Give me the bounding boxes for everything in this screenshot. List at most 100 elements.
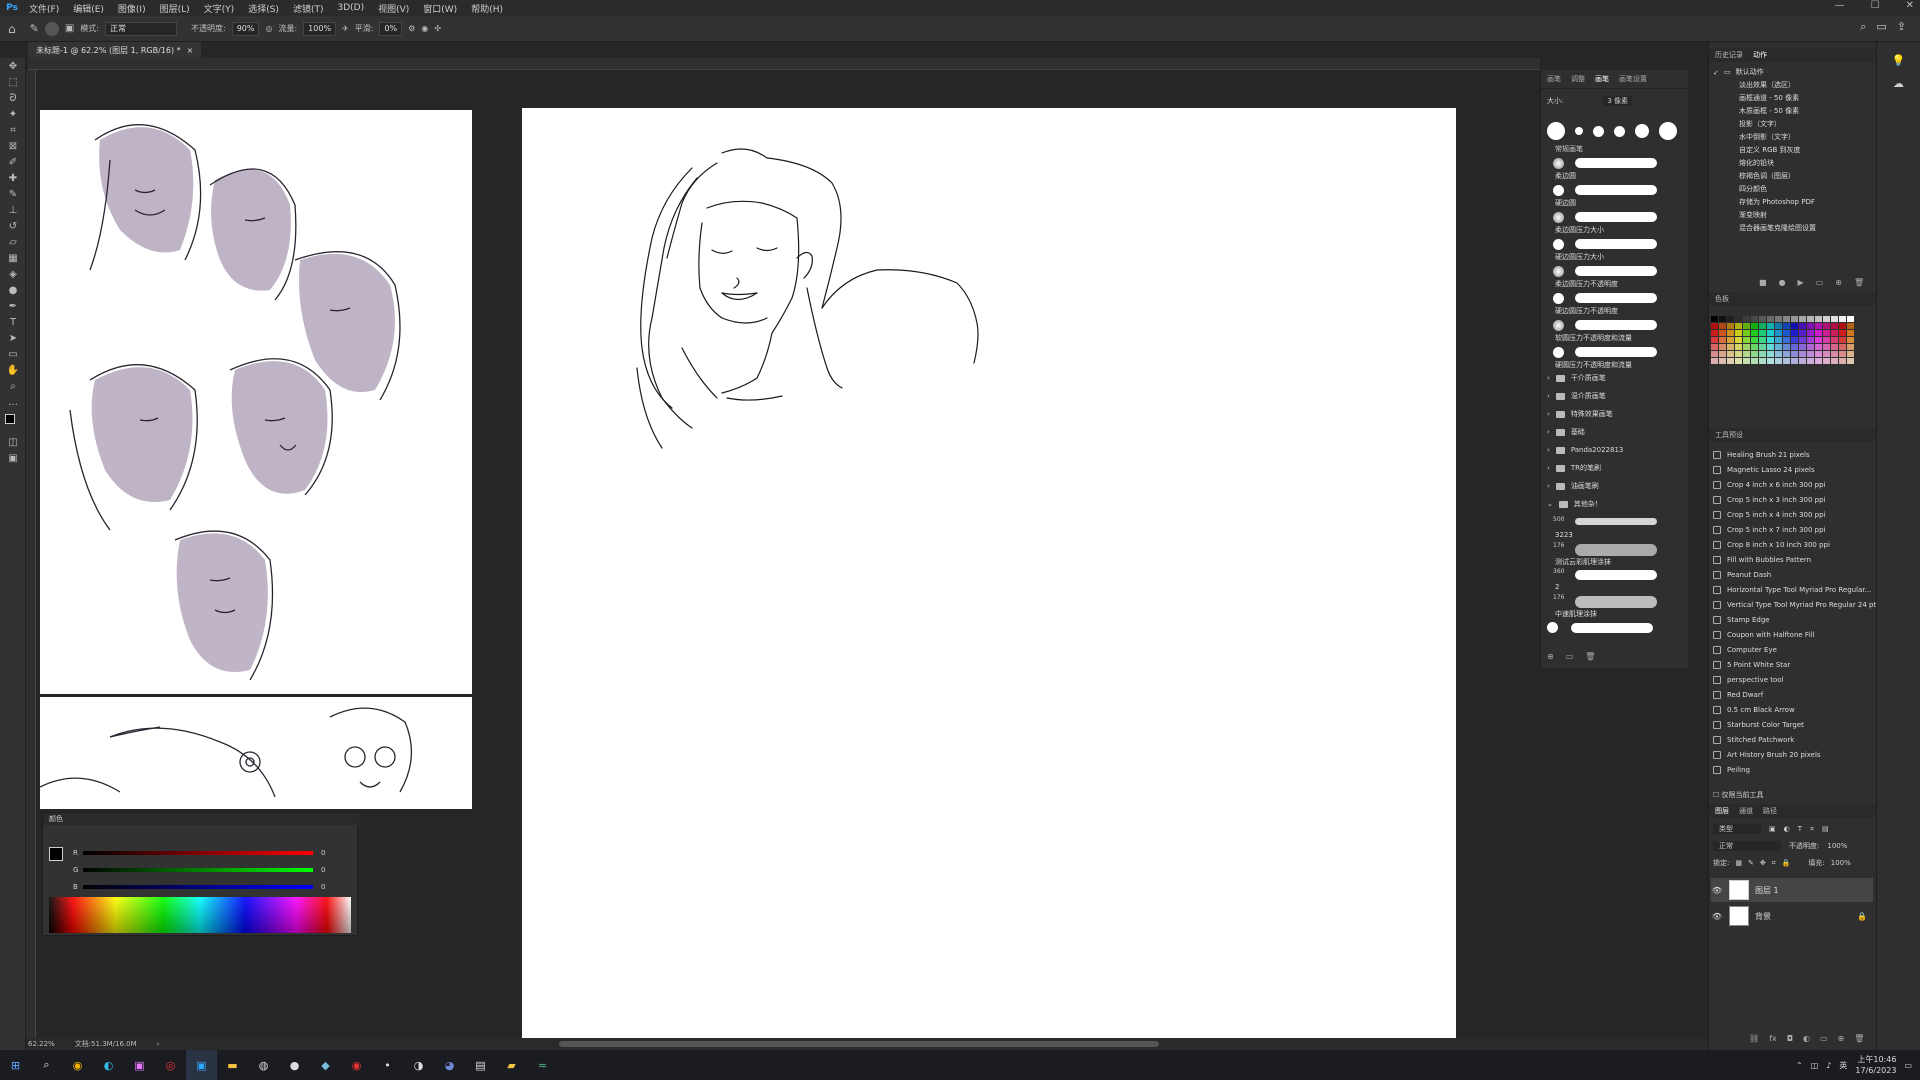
color-swatch[interactable]: [1719, 344, 1726, 350]
brush-preset[interactable]: 硬边圆压力大小: [1553, 237, 1673, 263]
action-item[interactable]: 淡出效果（选区）: [1739, 79, 1795, 91]
tool-preset-item[interactable]: 0.5 cm Black Arrow: [1713, 703, 1795, 717]
color-swatch[interactable]: [1735, 351, 1742, 357]
smooth-field[interactable]: 0%: [379, 21, 403, 36]
color-swatch[interactable]: [1823, 344, 1830, 350]
brush-preset[interactable]: 软圆压力不透明度和流量: [1553, 318, 1673, 344]
color-swatch[interactable]: [1783, 351, 1790, 357]
color-swatch[interactable]: [1831, 358, 1838, 364]
color-swatch[interactable]: [1735, 330, 1742, 336]
color-swatch[interactable]: [1767, 358, 1774, 364]
color-swatch[interactable]: [1807, 316, 1814, 322]
tool-preset-item[interactable]: Peanut Dash: [1713, 568, 1771, 582]
color-swatch[interactable]: [1751, 358, 1758, 364]
color-swatch[interactable]: [1799, 316, 1806, 322]
tool-presets-title[interactable]: 工具预设: [1715, 430, 1743, 440]
tool-preset-item[interactable]: Starburst Color Target: [1713, 718, 1804, 732]
color-swatch[interactable]: [1743, 358, 1750, 364]
color-swatch[interactable]: [1727, 337, 1734, 343]
new-action-icon[interactable]: ⊕: [1835, 278, 1842, 287]
filter-adjust-icon[interactable]: ◐: [1784, 825, 1790, 833]
color-swatch[interactable]: [1727, 330, 1734, 336]
blue-value[interactable]: 0: [321, 883, 325, 891]
custom-brush-preset[interactable]: 176 中速肌理涂抹: [1553, 594, 1673, 620]
clock[interactable]: 上午10:46 17/6/2023: [1855, 1054, 1896, 1076]
recent-brush-4[interactable]: [1614, 125, 1625, 137]
color-swatch[interactable]: [1743, 330, 1750, 336]
mask-icon[interactable]: ◘: [1787, 1034, 1793, 1043]
menu-view[interactable]: 视图(V): [371, 2, 416, 15]
tab-adjust[interactable]: 调整: [1571, 74, 1585, 84]
color-swatch[interactable]: [1767, 337, 1774, 343]
document-tab[interactable]: 未标题-1 @ 62.2% (图层 1, RGB/16) * ×: [28, 42, 202, 58]
brush-settings-toggle-icon[interactable]: ▣: [65, 23, 74, 34]
brush-folder[interactable]: › 干介质画笔: [1547, 370, 1681, 386]
photoshop-logo-icon[interactable]: Ps: [2, 1, 22, 15]
tool-preset-item[interactable]: Art History Brush 20 pixels: [1713, 748, 1821, 762]
color-swatch[interactable]: [1823, 358, 1830, 364]
volume-icon[interactable]: ♪: [1826, 1061, 1831, 1070]
brush-folder[interactable]: › 基础: [1547, 424, 1681, 440]
lock-paint-icon[interactable]: ✎: [1748, 859, 1754, 867]
tool-preset-item[interactable]: Peiling: [1713, 763, 1750, 777]
color-swatch[interactable]: [1759, 316, 1766, 322]
brush-folder[interactable]: › TR的笔刷: [1547, 460, 1681, 476]
color-swatch[interactable]: [1775, 358, 1782, 364]
brush-folder[interactable]: › 特殊效果画笔: [1547, 406, 1681, 422]
tool-preset-item[interactable]: Crop 5 inch x 3 inch 300 ppi: [1713, 493, 1826, 507]
recent-brush-3[interactable]: [1593, 125, 1604, 137]
brush-size-preview[interactable]: [44, 21, 59, 36]
tab-layers[interactable]: 图层: [1715, 806, 1729, 816]
color-swatch[interactable]: [1727, 316, 1734, 322]
color-swatch[interactable]: [1735, 358, 1742, 364]
blue-slider[interactable]: [83, 885, 313, 889]
color-swatch[interactable]: [1831, 351, 1838, 357]
custom-brush-preset[interactable]: 176 测试云彩肌理涂抹: [1553, 542, 1673, 568]
color-swatch[interactable]: [1823, 337, 1830, 343]
tab-history[interactable]: 历史记录: [1715, 50, 1743, 60]
brush-tool-icon[interactable]: ✎: [0, 186, 26, 202]
color-swatch[interactable]: [1791, 344, 1798, 350]
color-swatch[interactable]: [1767, 351, 1774, 357]
type-tool-icon[interactable]: T: [0, 314, 26, 330]
action-item[interactable]: 渐变映射: [1739, 209, 1767, 221]
tool-preset-item[interactable]: Red Dwarf: [1713, 688, 1763, 702]
last-brush-row[interactable]: [1547, 622, 1654, 636]
comments-icon[interactable]: ☁: [1877, 77, 1920, 90]
color-swatch[interactable]: [1831, 323, 1838, 329]
color-swatch[interactable]: [1759, 330, 1766, 336]
brush-preset[interactable]: 硬边圆压力不透明度: [1553, 291, 1673, 317]
color-swatch[interactable]: [1783, 316, 1790, 322]
new-layer-icon[interactable]: ⊕: [1838, 1034, 1845, 1043]
notifications-icon[interactable]: ▭: [1904, 1061, 1912, 1070]
tool-icon[interactable]: ▤: [465, 1050, 496, 1080]
color-swatch[interactable]: [1783, 337, 1790, 343]
recent-brush-6[interactable]: [1659, 122, 1677, 140]
brush-preset[interactable]: 硬边圆: [1553, 183, 1673, 209]
tab-brushes[interactable]: 画笔: [1595, 74, 1609, 84]
color-swatch[interactable]: [1775, 330, 1782, 336]
color-swatch[interactable]: [1823, 316, 1830, 322]
color-swatch[interactable]: [1751, 323, 1758, 329]
presets-folder-header[interactable]: 常规画笔: [1555, 144, 1583, 154]
brush-folder[interactable]: › 湿介质画笔: [1547, 388, 1681, 404]
pressure-opacity-icon[interactable]: ◎: [265, 24, 272, 33]
fx-icon[interactable]: fx: [1769, 1034, 1777, 1043]
color-swatch[interactable]: [1791, 351, 1798, 357]
learn-icon[interactable]: 💡: [1877, 54, 1920, 67]
network-icon[interactable]: ◫: [1811, 1061, 1819, 1070]
swatches-title[interactable]: 色板: [1715, 294, 1729, 304]
search-icon[interactable]: ⌕: [31, 1050, 62, 1080]
color-swatch[interactable]: [1767, 323, 1774, 329]
tool-preset-item[interactable]: Crop 5 inch x 7 inch 300 ppi: [1713, 523, 1826, 537]
color-swatch[interactable]: [1743, 337, 1750, 343]
color-swatch[interactable]: [1767, 330, 1774, 336]
color-swatch[interactable]: [1711, 323, 1718, 329]
gradient-tool-icon[interactable]: ▦: [0, 250, 26, 266]
color-swatch[interactable]: [1711, 337, 1718, 343]
color-swatch[interactable]: [1759, 358, 1766, 364]
color-swatch[interactable]: [1767, 316, 1774, 322]
group-icon[interactable]: ▭: [1820, 1034, 1828, 1043]
color-swatch[interactable]: [1807, 358, 1814, 364]
reference-image-creatures[interactable]: [40, 697, 472, 809]
